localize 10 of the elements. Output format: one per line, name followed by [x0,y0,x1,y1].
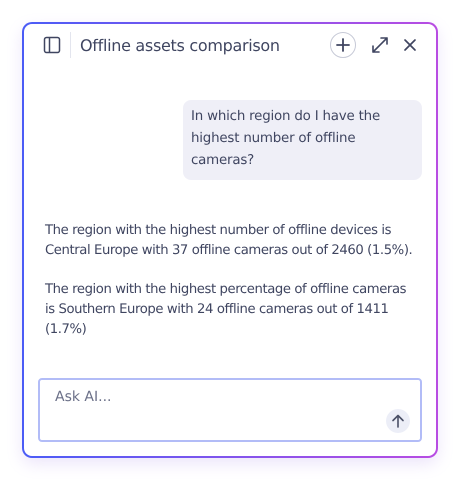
assistant-message: The region with the highest percentage of offline cameras is Southern Europe with 24 offline cameras out of 1411 (1.7%) [45,281,408,339]
sidebar-toggle-icon[interactable] [43,36,61,54]
plus-icon[interactable] [336,38,350,52]
arrow-up-icon[interactable] [391,414,405,428]
assistant-message: The region with the highest number of offline devices is Central Europe with 37 offline cameras out of 2460 (1.5%). [45,222,414,260]
user-message: In which region do I have the highest number of offline cameras? [183,100,422,180]
chat-title: Offline assets comparison [80,36,281,54]
close-icon[interactable] [403,38,417,52]
new-chat-button[interactable] [330,32,356,58]
send-button[interactable] [386,409,410,433]
